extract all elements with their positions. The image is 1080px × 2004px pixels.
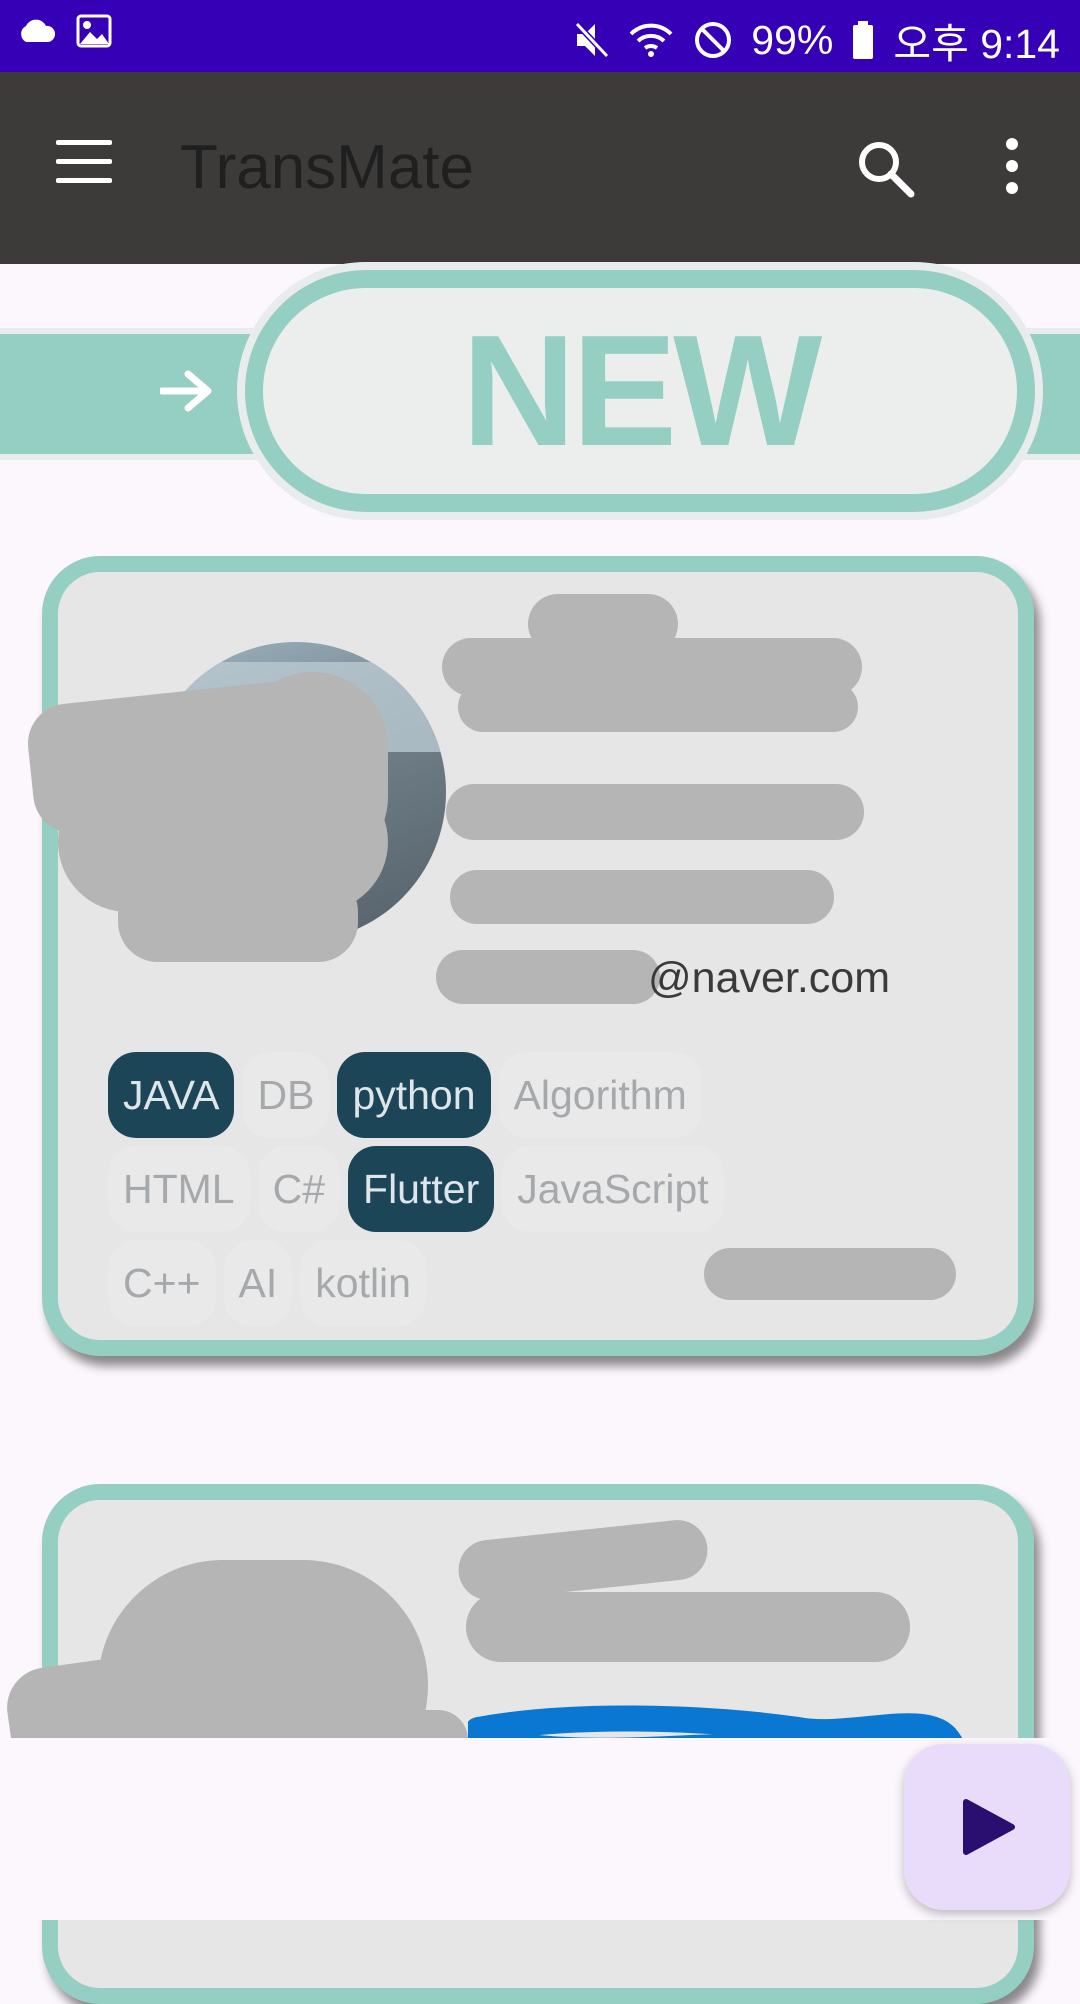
app-bar: TransMate	[0, 72, 1080, 264]
menu-icon-bar	[56, 140, 112, 145]
play-arrow-icon	[963, 1799, 1015, 1855]
tag-row: HTML C# Flutter JavaScript	[108, 1146, 758, 1232]
tag-javascript[interactable]: JavaScript	[502, 1146, 724, 1232]
tag-java[interactable]: JAVA	[108, 1052, 235, 1138]
arrow-right-icon	[160, 370, 212, 412]
redacted-name	[458, 682, 858, 732]
more-vert-icon	[1006, 182, 1018, 194]
app-title: TransMate	[180, 133, 475, 202]
menu-button[interactable]	[48, 140, 118, 196]
do-not-disturb-icon	[695, 22, 732, 58]
tag-db[interactable]: DB	[242, 1052, 330, 1138]
tag-algorithm[interactable]: Algorithm	[498, 1052, 702, 1138]
profile-card[interactable]: @naver.com JAVA DB python Algorithm HTML…	[24, 556, 1034, 1356]
tag-row: JAVA DB python Algorithm	[108, 1052, 758, 1138]
redacted-name	[455, 1517, 711, 1603]
menu-icon-bar	[56, 159, 112, 164]
search-button[interactable]	[855, 138, 925, 208]
status-time: 오후 9:14	[893, 21, 1060, 67]
tag-flutter[interactable]: Flutter	[348, 1146, 495, 1232]
tag-row: C++ AI kotlin	[108, 1240, 758, 1326]
status-bar: 99% 오후 9:14	[0, 0, 1080, 72]
redacted-name	[466, 1592, 910, 1662]
redacted-email-user	[436, 950, 660, 1004]
tag-csharp[interactable]: C#	[257, 1146, 341, 1232]
new-banner: NEW	[0, 262, 1080, 520]
redacted-affiliation	[446, 784, 864, 840]
status-right-icons: 99% 오후 9:14	[573, 10, 1060, 70]
menu-icon-bar	[56, 178, 112, 183]
play-fab-button[interactable]	[904, 1744, 1070, 1910]
search-icon	[859, 142, 915, 198]
more-vert-icon	[1006, 160, 1018, 172]
banner-pill: NEW	[237, 262, 1043, 520]
mute-icon	[575, 21, 610, 59]
redacted-area	[118, 872, 358, 962]
tag-html[interactable]: HTML	[108, 1146, 250, 1232]
status-left-icons	[16, 14, 112, 48]
profile-email-domain: @naver.com	[648, 954, 891, 1002]
battery-icon	[853, 21, 874, 59]
cloud-icon	[21, 19, 56, 42]
more-options-button[interactable]	[990, 138, 1034, 208]
tag-kotlin[interactable]: kotlin	[300, 1240, 426, 1326]
skill-tags: JAVA DB python Algorithm HTML C# Flutter…	[108, 1052, 758, 1334]
tag-python[interactable]: python	[337, 1052, 491, 1138]
wifi-icon	[629, 23, 673, 57]
redacted-area	[238, 672, 388, 872]
image-icon	[76, 14, 112, 48]
tag-ai[interactable]: AI	[223, 1240, 293, 1326]
battery-percent: 99%	[751, 16, 834, 63]
banner-new-text: NEW	[461, 303, 823, 479]
redacted-phone	[450, 870, 834, 924]
more-vert-icon	[1006, 138, 1018, 150]
redacted-footer	[704, 1248, 956, 1300]
tag-cpp[interactable]: C++	[108, 1240, 216, 1326]
